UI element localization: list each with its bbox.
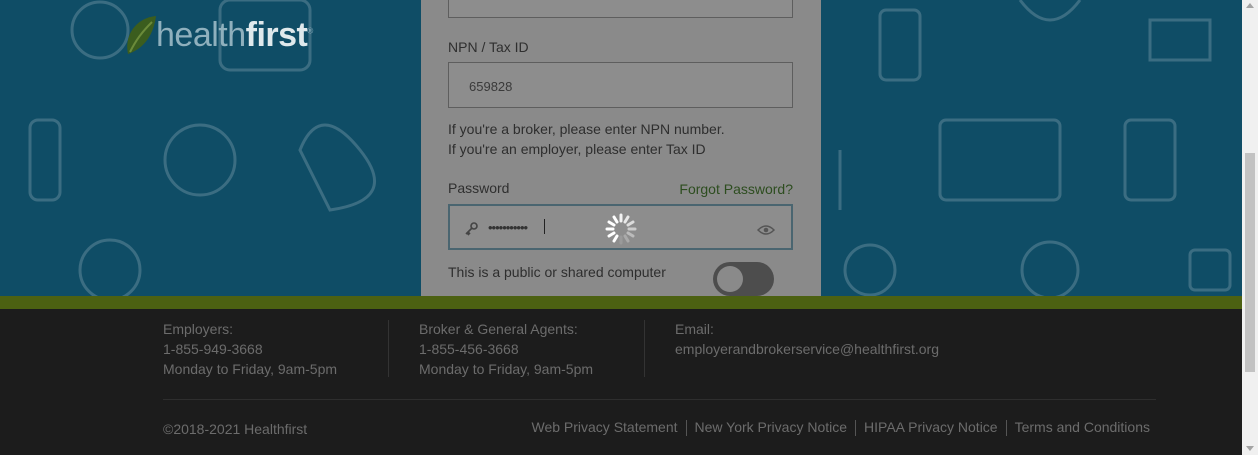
employers-title: Employers: [163, 321, 234, 337]
employers-phone[interactable]: 1-855-949-3668 [163, 339, 337, 359]
scroll-down-arrow-icon[interactable] [1246, 446, 1254, 451]
footer: Employers: 1-855-949-3668 Monday to Frid… [0, 309, 1242, 455]
email-title: Email: [675, 321, 714, 337]
link-separator [1005, 420, 1007, 436]
logo-wordmark: healthfirst® [156, 15, 313, 54]
scrollbar-thumb[interactable] [1245, 153, 1255, 372]
hero-background: healthfirst® NPN / Tax ID 659828 If you'… [0, 0, 1242, 296]
show-password-eye-icon[interactable] [757, 224, 775, 236]
password-value: ••••••••••• [488, 220, 528, 235]
footer-divider [388, 320, 389, 377]
footer-horizontal-divider [163, 399, 1156, 400]
vertical-scrollbar[interactable] [1242, 0, 1258, 455]
hipaa-privacy-notice-link[interactable]: HIPAA Privacy Notice [864, 419, 998, 436]
web-privacy-statement-link[interactable]: Web Privacy Statement [531, 419, 677, 436]
link-separator [855, 420, 857, 436]
npn-hint-employer: If you're an employer, please enter Tax … [448, 141, 706, 157]
npn-hint-broker: If you're a broker, please enter NPN num… [448, 121, 725, 137]
employers-hours: Monday to Friday, 9am-5pm [163, 361, 338, 377]
footer-divider [644, 320, 645, 377]
email-address-link[interactable]: employerandbrokerservice@healthfirst.org [675, 339, 939, 359]
footer-links: Web Privacy Statement New York Privacy N… [531, 419, 1150, 436]
toggle-knob [717, 266, 743, 292]
npn-label: NPN / Tax ID [448, 39, 529, 55]
employers-contact: Employers: 1-855-949-3668 Monday to Frid… [163, 319, 337, 379]
key-icon [465, 222, 478, 236]
brokers-title: Broker & General Agents: [419, 321, 578, 337]
brokers-hours: Monday to Friday, 9am-5pm [419, 361, 594, 377]
terms-and-conditions-link[interactable]: Terms and Conditions [1015, 419, 1150, 436]
password-input[interactable]: ••••••••••• [448, 204, 793, 250]
public-computer-label: This is a public or shared computer [448, 264, 666, 280]
healthfirst-logo[interactable]: healthfirst® [122, 10, 313, 60]
loading-spinner-icon [605, 213, 637, 245]
accent-divider [0, 296, 1242, 309]
password-label: Password [448, 180, 510, 196]
scroll-up-arrow-icon[interactable] [1246, 3, 1254, 8]
brokers-contact: Broker & General Agents: 1-855-456-3668 … [419, 319, 593, 379]
link-separator [685, 420, 687, 436]
new-york-privacy-notice-link[interactable]: New York Privacy Notice [695, 419, 848, 436]
copyright: ©2018-2021 Healthfirst [163, 421, 308, 437]
brokers-phone[interactable]: 1-855-456-3668 [419, 339, 593, 359]
email-contact: Email: employerandbrokerservice@healthfi… [675, 319, 939, 359]
public-computer-toggle[interactable] [713, 262, 774, 296]
login-panel: NPN / Tax ID 659828 If you're a broker, … [421, 0, 821, 296]
npn-value: 659828 [469, 79, 513, 94]
npn-input[interactable]: 659828 [448, 62, 793, 108]
text-cursor [544, 219, 545, 234]
username-field[interactable] [448, 0, 793, 18]
forgot-password-link[interactable]: Forgot Password? [679, 181, 793, 197]
